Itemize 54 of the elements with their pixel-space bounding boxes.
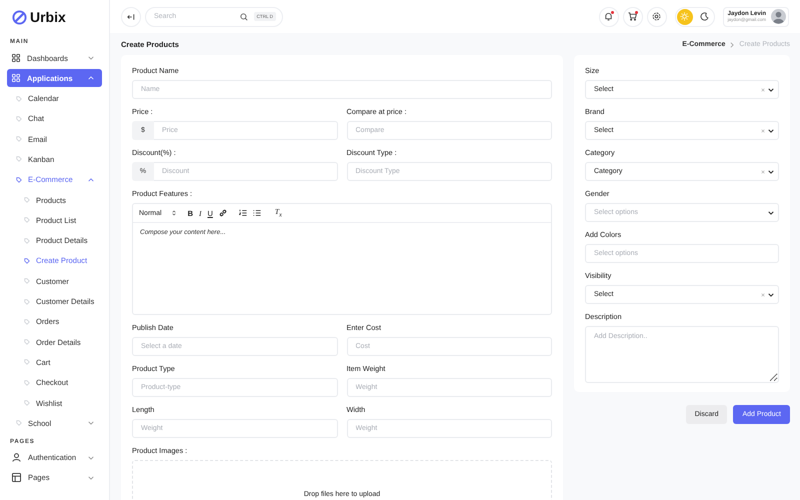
tag-icon — [24, 298, 30, 305]
cart-button[interactable] — [622, 6, 643, 26]
avatar-icon — [771, 9, 786, 24]
cart-icon — [628, 12, 638, 21]
search-icon — [240, 12, 248, 20]
clear-icon — [761, 88, 765, 92]
numbered-list-icon — [238, 209, 247, 217]
bell-icon — [604, 12, 614, 21]
chevron-down-icon — [768, 170, 774, 174]
tag-icon — [16, 96, 22, 102]
collapse-icon — [127, 12, 135, 20]
notification-dot — [634, 10, 638, 14]
link-icon — [218, 209, 227, 217]
clear-icon — [761, 170, 765, 174]
tag-icon — [24, 238, 30, 244]
tag-icon — [16, 116, 22, 122]
sort-icon — [172, 210, 176, 216]
tag-icon — [24, 380, 30, 386]
settings-icon — [652, 12, 662, 21]
brand-name: Urbix — [30, 9, 66, 25]
tag-icon — [24, 258, 30, 264]
tag-icon — [24, 318, 30, 325]
chevron-right-icon — [730, 42, 734, 48]
moon-icon — [700, 12, 710, 21]
tag-icon — [24, 339, 30, 346]
collapse-sidebar-button[interactable] — [121, 6, 141, 26]
clear-icon — [761, 292, 765, 296]
notifications-button[interactable] — [598, 6, 619, 26]
grid-icon — [12, 74, 20, 82]
tag-icon — [24, 197, 30, 204]
notification-dot — [610, 10, 614, 14]
chevron-down-icon — [768, 210, 774, 214]
link-button[interactable] — [218, 207, 228, 219]
bullet-list-icon — [252, 209, 261, 217]
settings-button[interactable] — [646, 6, 667, 26]
tag-icon — [24, 278, 30, 284]
tag-icon — [16, 420, 22, 426]
logo-icon — [12, 10, 27, 24]
chevron-down-icon — [768, 88, 774, 92]
ordered-list-button[interactable] — [238, 207, 248, 219]
user-icon — [12, 453, 21, 462]
grid-icon — [12, 54, 20, 62]
tag-icon — [16, 136, 22, 142]
chevron-down-icon — [768, 128, 774, 132]
tag-icon — [24, 217, 30, 224]
clear-icon — [761, 128, 765, 132]
sun-icon — [680, 12, 690, 21]
layout-icon — [12, 473, 21, 482]
tag-icon — [24, 400, 30, 406]
chevron-down-icon — [768, 292, 774, 296]
tag-icon — [16, 156, 22, 162]
tag-icon — [16, 176, 22, 183]
bullet-list-button[interactable] — [252, 207, 262, 219]
tag-icon — [24, 359, 30, 366]
